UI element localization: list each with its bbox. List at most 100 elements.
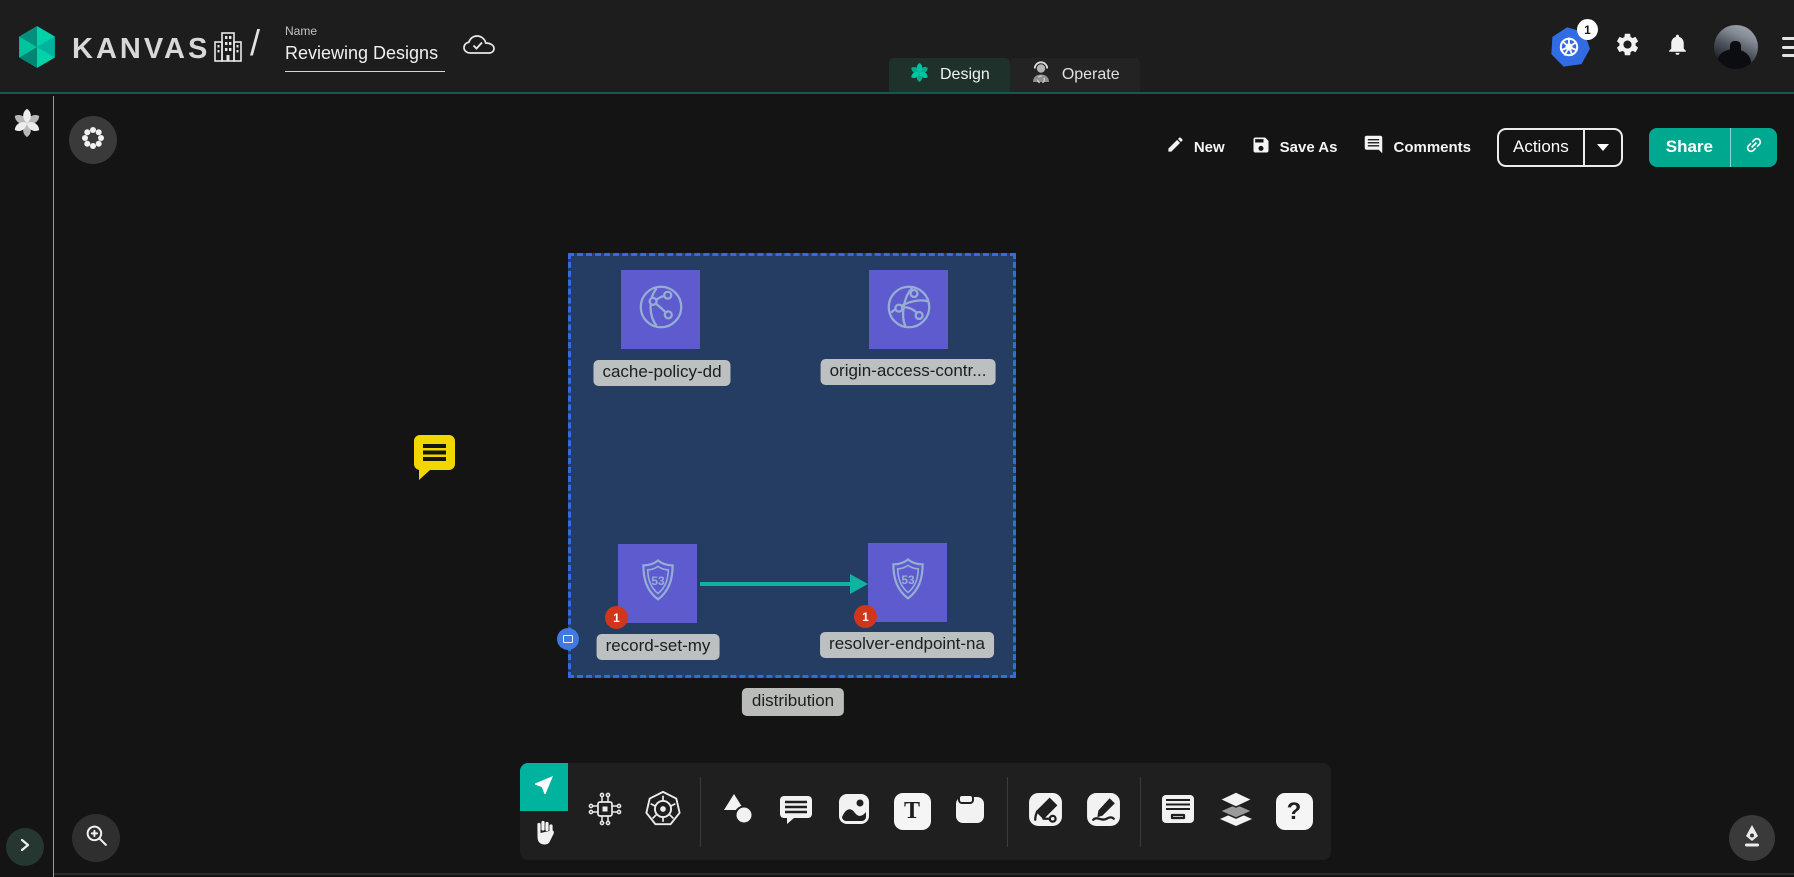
link-icon xyxy=(1744,135,1764,160)
tool-pan[interactable] xyxy=(520,811,568,860)
help-icon: ? xyxy=(1276,793,1313,830)
canvas-action-row: New Save As Comment xyxy=(1166,126,1777,168)
cursor-arrow-icon xyxy=(532,773,556,802)
save-as-button[interactable]: Save As xyxy=(1251,135,1338,160)
organization-icon[interactable] xyxy=(213,30,243,69)
selection-group-distribution[interactable] xyxy=(568,253,1016,678)
tool-select[interactable] xyxy=(520,763,568,811)
share-button[interactable]: Share xyxy=(1649,128,1777,167)
kanvas-wordmark: KANVAS xyxy=(72,33,210,66)
tab-design[interactable]: Design xyxy=(889,58,1010,92)
handle-square-icon xyxy=(563,635,573,643)
tool-freehand[interactable] xyxy=(1082,791,1124,833)
note-card-icon xyxy=(952,791,988,832)
tool-section-annotate: T xyxy=(700,777,1007,847)
tool-kubernetes[interactable] xyxy=(642,791,684,833)
comment-bubble-icon xyxy=(778,791,814,832)
operate-person-icon xyxy=(1030,61,1052,90)
comment-bubble-icon xyxy=(1363,134,1384,160)
user-avatar[interactable] xyxy=(1714,25,1758,69)
selection-handle[interactable] xyxy=(557,628,579,650)
copy-link-button[interactable] xyxy=(1730,128,1777,167)
tool-shapes[interactable] xyxy=(717,791,759,833)
app-logo[interactable]: KANVAS xyxy=(14,24,210,75)
new-button[interactable]: New xyxy=(1166,135,1225,159)
notifications-bell-icon[interactable] xyxy=(1665,32,1690,62)
group-label-distribution[interactable]: distribution xyxy=(742,688,844,716)
issue-badge[interactable]: 1 xyxy=(605,606,628,629)
tab-operate[interactable]: Operate xyxy=(1010,58,1140,92)
bottom-toolbar: T xyxy=(520,763,1331,860)
design-swirl-icon xyxy=(909,62,930,88)
tool-layers[interactable] xyxy=(1215,791,1257,833)
hamburger-menu-icon[interactable] xyxy=(1782,37,1794,57)
tool-text[interactable]: T xyxy=(891,791,933,833)
sidebar-expand-button[interactable] xyxy=(6,828,44,866)
tool-pen[interactable] xyxy=(1024,791,1066,833)
top-bar: KANVAS / Name xyxy=(0,0,1794,94)
edge-line xyxy=(700,582,851,586)
tool-components[interactable] xyxy=(584,791,626,833)
horizontal-scrollbar[interactable] xyxy=(54,873,1794,875)
magnifier-plus-icon xyxy=(84,823,109,853)
tool-comment[interactable] xyxy=(775,791,817,833)
chevron-right-icon xyxy=(18,838,32,857)
app-window: KANVAS / Name xyxy=(0,0,1794,877)
breadcrumb-separator: / xyxy=(250,22,260,64)
actions-label: Actions xyxy=(1499,130,1583,165)
left-sidebar xyxy=(0,96,54,877)
kanvas-hexagon-icon xyxy=(14,24,60,75)
context-count-badge: 1 xyxy=(1577,19,1598,40)
design-name-input[interactable] xyxy=(285,41,445,72)
tool-note[interactable] xyxy=(949,791,991,833)
hand-icon xyxy=(532,820,556,851)
pointer-tool-column xyxy=(520,763,568,860)
settings-gear-icon[interactable] xyxy=(1614,31,1641,63)
shapes-icon xyxy=(719,790,757,833)
text-tool-icon: T xyxy=(894,793,931,830)
cloud-sync-icon xyxy=(462,31,496,63)
design-name-group: Name xyxy=(285,24,445,72)
image-icon xyxy=(836,791,872,832)
kubernetes-context-button[interactable]: 1 xyxy=(1550,26,1590,68)
comments-button[interactable]: Comments xyxy=(1363,134,1471,160)
node-label[interactable]: resolver-endpoint-na xyxy=(820,632,994,658)
tool-section-draw xyxy=(1007,777,1140,847)
caret-down-icon xyxy=(1597,144,1609,151)
helm-wheel-icon xyxy=(644,790,682,833)
tool-help[interactable]: ? xyxy=(1273,791,1315,833)
kubernetes-icon xyxy=(1550,55,1590,72)
actions-caret[interactable] xyxy=(1583,130,1621,165)
chip-icon xyxy=(587,791,623,832)
save-floppy-icon xyxy=(1251,135,1271,160)
tool-section-manage: ? xyxy=(1140,777,1331,847)
pen-mode-button[interactable] xyxy=(1729,815,1775,861)
zoom-in-button[interactable] xyxy=(72,814,120,862)
share-label: Share xyxy=(1649,128,1730,167)
comments-label: Comments xyxy=(1393,139,1471,156)
name-field-label: Name xyxy=(285,24,445,38)
drawer-archive-icon xyxy=(1159,791,1197,832)
node-label[interactable]: origin-access-contr... xyxy=(821,359,996,385)
top-right-controls: 1 xyxy=(1550,0,1794,94)
bezier-pen-icon xyxy=(1027,791,1064,833)
canvas-options-button[interactable] xyxy=(69,116,117,164)
layers-icon xyxy=(1216,790,1256,833)
meshery-swirl-icon[interactable] xyxy=(11,107,43,144)
issue-badge[interactable]: 1 xyxy=(854,605,877,628)
pen-nib-icon xyxy=(1740,823,1764,854)
tool-bar: T xyxy=(568,763,1331,860)
tool-drawer[interactable] xyxy=(1157,791,1199,833)
tab-operate-label: Operate xyxy=(1062,66,1120,84)
edge-record-to-resolver[interactable] xyxy=(700,574,868,594)
tool-section-infra xyxy=(568,777,700,847)
mode-tabs: Design Operate xyxy=(889,58,1140,92)
node-label[interactable]: cache-policy-dd xyxy=(593,360,730,386)
flower-icon xyxy=(80,125,106,156)
pencil-icon xyxy=(1166,135,1185,159)
node-label[interactable]: record-set-my xyxy=(597,634,720,660)
new-label: New xyxy=(1194,139,1225,156)
comment-marker[interactable] xyxy=(413,433,456,486)
tool-image[interactable] xyxy=(833,791,875,833)
actions-dropdown-button[interactable]: Actions xyxy=(1497,128,1623,167)
